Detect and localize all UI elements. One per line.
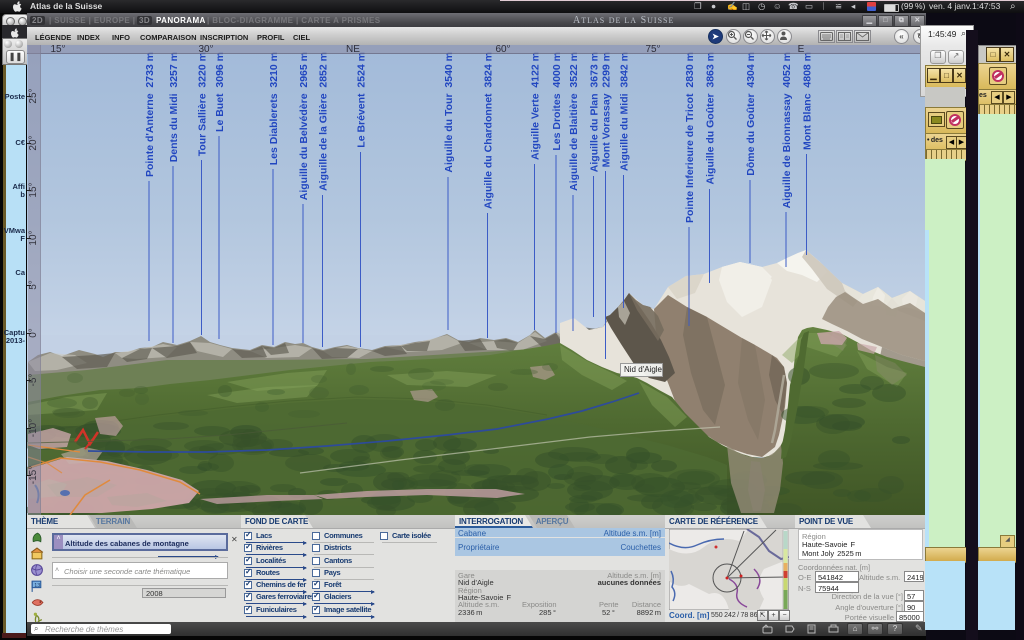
svg-text:Pointe d'Anterne 2733 m: Pointe d'Anterne 2733 m (144, 52, 156, 177)
svg-text:Pointe Inferieure de Tricot 2: Pointe Inferieure de Tricot 2830 m (684, 52, 696, 223)
svg-text:Le Brévent 2524 m: Le Brévent 2524 m (356, 52, 368, 148)
svg-text:Aiguille du Tour 3540 m: Aiguille du Tour 3540 m (443, 52, 455, 173)
svg-text:Aiguille de la Glière 2852 m: Aiguille de la Glière 2852 m (318, 52, 330, 191)
svg-text:Mont Vorassay 2299 m: Mont Vorassay 2299 m (601, 52, 613, 167)
svg-text:Tour Sallière 3220 m: Tour Sallière 3220 m (197, 52, 209, 156)
svg-text:Dôme du Goûter 4304 m: Dôme du Goûter 4304 m (745, 52, 757, 176)
svg-text:Aiguille du Plan 3673 m: Aiguille du Plan 3673 m (589, 52, 601, 172)
svg-text:Dents du Midi 3257 m: Dents du Midi 3257 m (168, 52, 180, 162)
svg-text:Les Diablerets 3210 m: Les Diablerets 3210 m (268, 52, 280, 165)
svg-text:Aiguille Verte 4122 m: Aiguille Verte 4122 m (530, 52, 542, 160)
svg-text:Mont Blanc 4808 m: Mont Blanc 4808 m (802, 52, 814, 150)
svg-text:Aiguille de Blaitière 3522 m: Aiguille de Blaitière 3522 m (568, 52, 580, 191)
svg-text:Aiguille du Chardonnet 3824 m: Aiguille du Chardonnet 3824 m (483, 52, 495, 209)
svg-text:Aiguille du Goûter 3863 m: Aiguille du Goûter 3863 m (705, 52, 717, 184)
svg-text:Aiguille du Midi 3842 m: Aiguille du Midi 3842 m (619, 52, 631, 171)
svg-text:Aiguille du Belvédère 2965 m: Aiguille du Belvédère 2965 m (298, 52, 310, 200)
svg-text:Les Droites 4000 m: Les Droites 4000 m (551, 52, 563, 151)
svg-text:13: 13 (34, 583, 40, 589)
svg-text:Le Buet 3096 m: Le Buet 3096 m (214, 52, 226, 132)
svg-text:Aiguille de Bionnassay 4052 m: Aiguille de Bionnassay 4052 m (781, 52, 793, 208)
